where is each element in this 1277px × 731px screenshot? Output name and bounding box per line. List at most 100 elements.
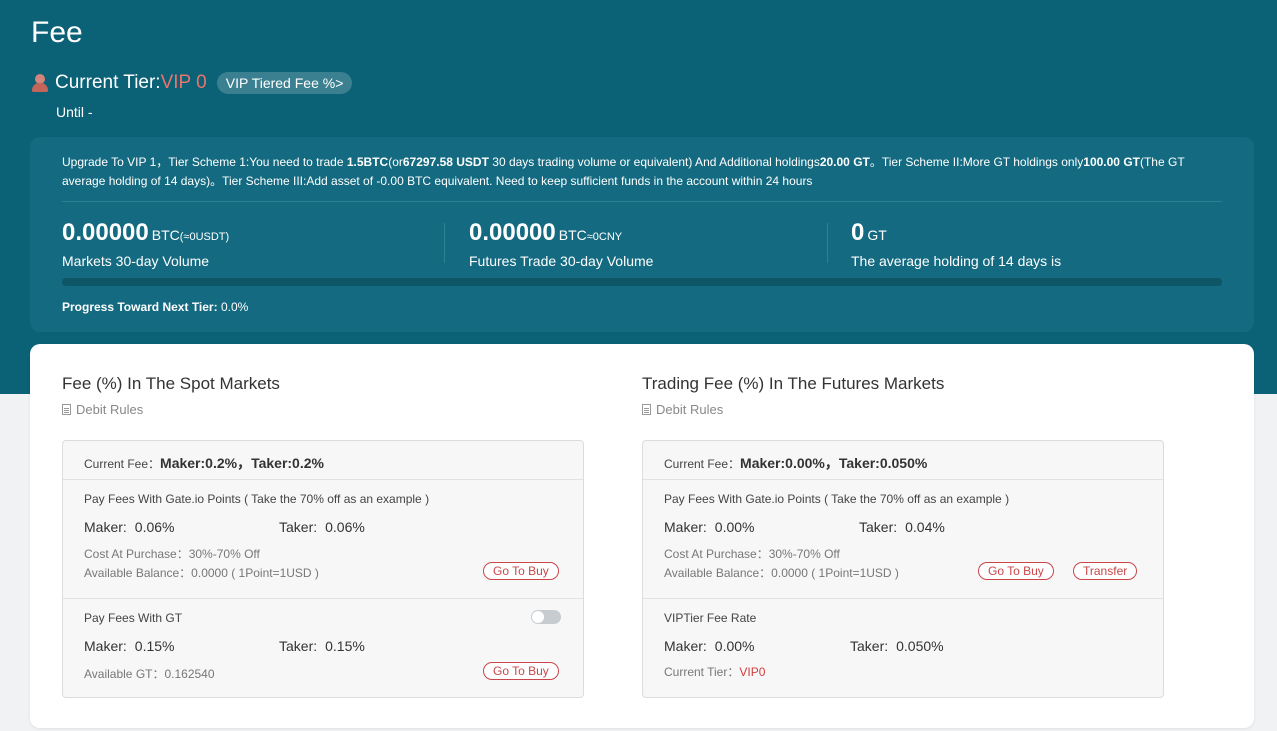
maker-value: 0.15% [134,638,175,654]
spot-points-section: Pay Fees With Gate.io Points ( Take the … [63,479,583,598]
tier-info-card: Upgrade To VIP 1，Tier Scheme 1:You need … [30,137,1254,332]
upgrade-text-part: (or [388,155,403,169]
divider [62,201,1222,202]
upgrade-gt-only: 100.00 GT [1083,155,1140,169]
futures-current-fee: Current Fee：Maker:0.00%，Taker:0.050% [664,453,927,473]
document-icon [642,404,651,415]
points-section-title: Pay Fees With Gate.io Points ( Take the … [664,492,1010,506]
cost-at-purchase: Cost At Purchase：30%-70% Off [84,547,260,561]
vip-section-title: VIPTier Fee Rate [664,611,757,625]
futures-volume-caption: Futures Trade 30-day Volume [469,253,654,269]
upgrade-text-part: 。Tier Scheme II:More GT holdings only [869,155,1084,169]
fee-details-card: Fee (%) In The Spot Markets Debit Rules … [30,344,1254,728]
document-icon [62,404,71,415]
maker-value: 0.06% [134,519,175,535]
taker-value: 0.050% [896,638,944,654]
pay-with-gt-toggle[interactable] [531,610,561,624]
points-maker-fee: Maker: 0.06% [84,519,175,535]
spot-points-go-to-buy-button[interactable]: Go To Buy [483,562,559,580]
current-fee-label: Current Fee： [664,457,741,471]
futures-fee-title: Trading Fee (%) In The Futures Markets [642,374,945,393]
debit-rules-label: Debit Rules [656,402,724,417]
page-title: Fee [31,16,83,49]
futures-debit-rules-link[interactable]: Debit Rules [642,402,723,417]
futures-points-go-to-buy-button[interactable]: Go To Buy [978,562,1054,580]
maker-value: 0.00% [714,638,755,654]
taker-value: 0.06% [325,519,365,535]
maker-label: Maker: [664,519,707,535]
taker-label: Taker: [279,519,318,535]
upgrade-requirements: Upgrade To VIP 1，Tier Scheme 1:You need … [62,153,1222,191]
taker-label: Taker: [279,638,318,654]
spot-gt-section: Pay Fees With GT Maker: 0.15% Taker: 0.15%… [63,598,583,697]
spot-fee-title: Fee (%) In The Spot Markets [62,374,280,393]
current-fee-label: Current Fee： [84,457,161,471]
maker-value: 0.00% [714,519,755,535]
points-taker-fee: Taker: 0.04% [859,519,945,535]
futures-transfer-button[interactable]: Transfer [1073,562,1138,580]
tier-progress-label: Progress Toward Next Tier: 0.0% [62,300,248,314]
upgrade-text-part: 30 days trading volume or equivalent) An… [488,155,820,169]
taker-label: Taker: [850,638,889,654]
futures-volume-value: 0.00000 [469,219,556,246]
spot-gt-go-to-buy-button[interactable]: Go To Buy [483,662,559,680]
vip-maker-fee: Maker: 0.00% [664,638,755,654]
taker-label: Taker: [859,519,898,535]
markets-volume-unit: BTC [151,227,180,243]
tier-progress-bar [62,278,1222,286]
gt-holding-stat: 0 GT The average holding of 14 days is [851,219,1061,269]
markets-volume-equivalent: (≈0USDT) [179,231,230,243]
divider [444,223,445,263]
gt-holding-caption: The average holding of 14 days is [851,253,1062,269]
gt-section-title: Pay Fees With GT [84,611,183,625]
tier-until: Until - [56,104,93,120]
maker-label: Maker: [664,638,707,654]
points-section-title: Pay Fees With Gate.io Points ( Take the … [84,492,430,506]
futures-volume-unit: BTC [558,227,587,243]
progress-value: 0.0% [220,300,249,314]
upgrade-gt-holding: 20.00 GT [819,155,870,169]
gt-holding-value: 0 [851,219,865,246]
points-available-balance: Available Balance：0.0000 ( 1Point=1USD ) [84,566,319,580]
available-gt: Available GT：0.162540 [84,667,215,681]
futures-volume-stat: 0.00000 BTC≈0CNY Futures Trade 30-day Vol… [469,219,653,269]
markets-volume-stat: 0.00000 BTC(≈0USDT) Markets 30-day Volume [62,219,229,269]
spot-fee-box: Current Fee：Maker:0.2%，Taker:0.2% Pay Fe… [62,440,584,698]
toggle-knob [532,611,544,623]
markets-volume-caption: Markets 30-day Volume [62,253,210,269]
vip-taker-fee: Taker: 0.050% [850,638,944,654]
maker-label: Maker: [84,638,127,654]
spot-current-fee: Current Fee：Maker:0.2%，Taker:0.2% [84,453,324,473]
upgrade-text-part: Upgrade To VIP 1，Tier Scheme 1:You need … [62,155,347,169]
futures-points-section: Pay Fees With Gate.io Points ( Take the … [643,479,1163,598]
maker-label: Maker: [84,519,127,535]
taker-value: 0.15% [325,638,365,654]
current-fee-value: Maker:0.00%，Taker:0.050% [740,455,928,471]
gt-taker-fee: Taker: 0.15% [279,638,365,654]
current-tier-value: VIP 0 [160,72,207,93]
points-maker-fee: Maker: 0.00% [664,519,755,535]
futures-volume-equivalent: ≈0CNY [586,231,623,243]
current-tier-label: Current Tier: [55,72,161,93]
gt-maker-fee: Maker: 0.15% [84,638,175,654]
markets-volume-value: 0.00000 [62,219,149,246]
tier-value: VIP0 [739,665,766,679]
futures-vip-section: VIPTier Fee Rate Maker: 0.00% Taker: 0.050… [643,598,1163,697]
upgrade-btc-amount: 1.5BTC [346,155,389,169]
debit-rules-label: Debit Rules [76,402,144,417]
user-avatar-icon [31,74,49,92]
points-available-balance: Available Balance：0.0000 ( 1Point=1USD ) [664,566,899,580]
divider [827,223,828,263]
vip-tiered-fee-button[interactable]: VIP Tiered Fee %> [216,72,353,94]
gt-holding-unit: GT [867,227,887,243]
upgrade-usdt-amount: 67297.58 USDT [402,155,489,169]
current-fee-value: Maker:0.2%，Taker:0.2% [160,455,324,471]
progress-label-text: Progress Toward Next Tier: [62,300,218,314]
taker-value: 0.04% [905,519,945,535]
current-tier-row: Current Tier: VIP 0 VIP Tiered Fee %> [31,71,353,95]
points-taker-fee: Taker: 0.06% [279,519,365,535]
spot-debit-rules-link[interactable]: Debit Rules [62,402,143,417]
tier-label: Current Tier： [664,665,740,679]
vip-current-tier: Current Tier：VIP0 [664,663,765,680]
futures-fee-box: Current Fee：Maker:0.00%，Taker:0.050% Pay… [642,440,1164,698]
